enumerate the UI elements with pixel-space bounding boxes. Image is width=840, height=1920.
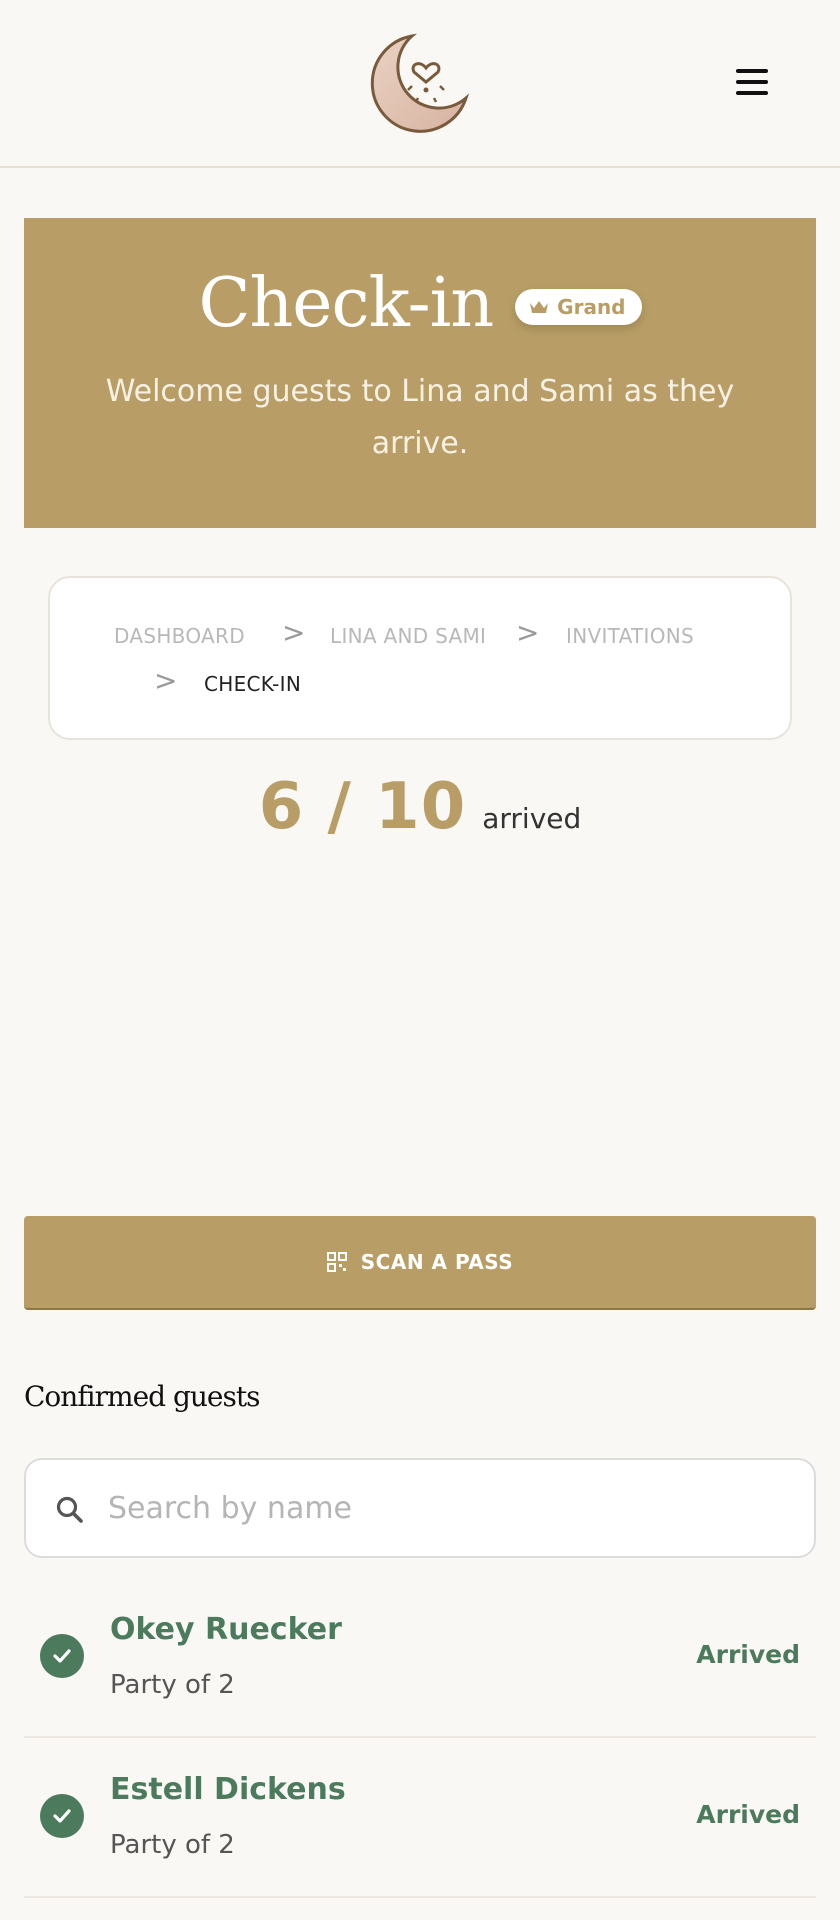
arrived-label: arrived [482,802,582,835]
hero-title-row: Check-in Grand [24,270,816,338]
guest-status: Arrived [696,1640,800,1669]
scan-pass-label: SCAN A PASS [360,1250,514,1274]
guest-row[interactable]: Estell Dickens Party of 2 Arrived [24,1738,816,1898]
search-icon [56,1496,83,1523]
scan-pass-button[interactable]: SCAN A PASS [24,1216,816,1310]
breadcrumb-separator: > [282,616,306,649]
guest-name: Okey Ruecker [110,1612,342,1647]
search-input[interactable] [106,1460,796,1556]
breadcrumb-dashboard[interactable]: DASHBOARD [114,624,245,648]
checkmark-icon [40,1794,84,1838]
guest-row[interactable]: Okey Ruecker Party of 2 Arrived [24,1578,816,1738]
qr-code-icon [326,1252,347,1272]
hamburger-menu-icon[interactable] [736,62,776,102]
page-hero: Check-in Grand Welcome guests to Lina an… [24,218,816,528]
guest-party-size: Party of 2 [110,1670,235,1700]
arrival-counter: 6 / 10 arrived [0,770,840,860]
arrived-count: 6 / 10 [258,770,467,844]
breadcrumb-separator: > [154,664,178,697]
page-subtitle: Welcome guests to Lina and Sami as they … [105,374,735,461]
tier-badge-label: Grand [557,295,626,319]
breadcrumb: DASHBOARD > LINA AND SAMI > INVITATIONS … [48,576,792,740]
tier-badge: Grand [515,289,642,325]
page-title: Check-in [198,264,494,343]
breadcrumb-invitations[interactable]: INVITATIONS [566,624,694,648]
breadcrumb-current: CHECK-IN [204,672,302,696]
checkmark-icon [40,1634,84,1678]
guest-status: Arrived [696,1800,800,1829]
guests-section-title: Confirmed guests [24,1380,260,1413]
crescent-moon-heart-logo[interactable] [366,32,470,136]
crown-icon [530,301,549,313]
guest-name: Estell Dickens [110,1772,346,1807]
guest-search [24,1458,816,1558]
guest-party-size: Party of 2 [110,1830,235,1860]
breadcrumb-separator: > [516,616,540,649]
top-nav-bar [0,0,840,168]
breadcrumb-event[interactable]: LINA AND SAMI [330,624,486,648]
